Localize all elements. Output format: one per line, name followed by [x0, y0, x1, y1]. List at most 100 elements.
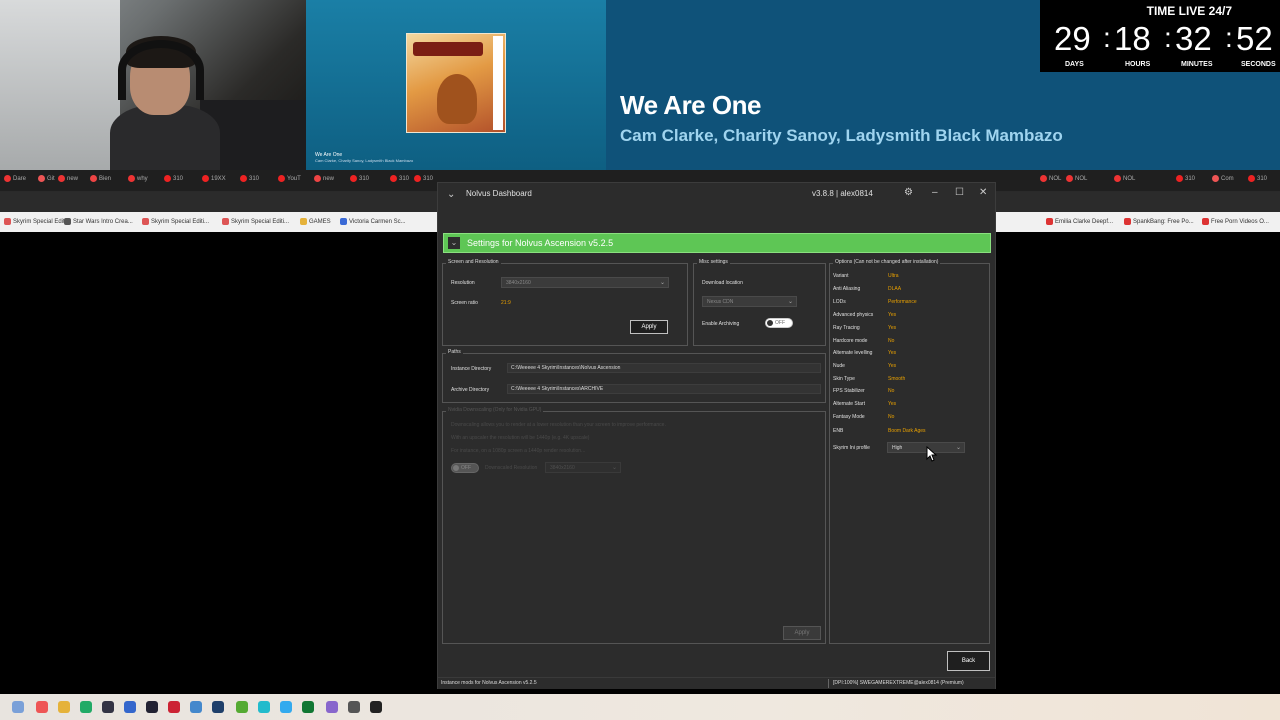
- bookmark-folder[interactable]: GAMES: [300, 218, 331, 225]
- option-label: Skin Type: [833, 376, 855, 382]
- timer-hours: 18: [1114, 20, 1151, 57]
- browser-tab[interactable]: why: [128, 175, 148, 182]
- archive-directory-label: Archive Directory: [451, 387, 490, 393]
- download-location-dropdown[interactable]: Nexus CDN ⌄: [702, 296, 797, 307]
- option-value: Smooth: [888, 376, 906, 382]
- bookmark-item[interactable]: Skyrim Special Editi...: [222, 218, 289, 225]
- maximize-button[interactable]: ☐: [955, 187, 964, 198]
- browser-tab[interactable]: NOL: [1040, 175, 1061, 182]
- browser-tab[interactable]: 19XX: [202, 175, 226, 182]
- taskbar-app-icon[interactable]: [146, 701, 158, 713]
- option-label: Nude: [833, 363, 845, 369]
- settings-header-banner: ⌄ Settings for Nolvus Ascension v5.2.5: [443, 233, 991, 253]
- option-value: No: [888, 414, 895, 420]
- downscaling-toggle[interactable]: OFF: [451, 463, 479, 473]
- taskbar-app-icon[interactable]: [258, 701, 270, 713]
- taskbar-app-icon[interactable]: [236, 701, 248, 713]
- option-value: Boom Dark Ages: [888, 428, 926, 434]
- minimize-button[interactable]: –: [932, 187, 938, 198]
- song-artists: Cam Clarke, Charity Sanoy, Ladysmith Bla…: [620, 126, 1063, 145]
- downscaling-description: With an upscaler the resolution will be …: [451, 435, 590, 441]
- browser-tab[interactable]: 310: [164, 175, 183, 182]
- chevron-down-icon: ⌄: [787, 299, 793, 305]
- bookmark-item[interactable]: Emilia Clarke Deepf...: [1046, 218, 1113, 225]
- taskbar-app-icon[interactable]: [124, 701, 136, 713]
- option-value: DLAA: [888, 286, 902, 292]
- browser-tab[interactable]: new: [58, 175, 78, 182]
- option-label: Fantasy Mode: [833, 414, 865, 420]
- taskbar-app-icon[interactable]: [190, 701, 202, 713]
- option-label: Ray Tracing: [833, 325, 860, 331]
- taskbar-app-icon[interactable]: [370, 701, 382, 713]
- timer-days: 29: [1054, 20, 1091, 57]
- chevron-down-icon: ⌄: [955, 445, 961, 451]
- taskbar-app-icon[interactable]: [212, 701, 224, 713]
- bookmark-item[interactable]: Skyrim Special Editi...: [4, 218, 71, 225]
- taskbar-app-icon[interactable]: [348, 701, 360, 713]
- screen-ratio-value: 21:9: [501, 300, 511, 306]
- browser-tab[interactable]: Git: [38, 175, 55, 182]
- group-title: Screen and Resolution: [446, 259, 501, 265]
- taskbar-app-icon[interactable]: [302, 701, 314, 713]
- settings-gear-icon[interactable]: ⚙: [904, 187, 913, 198]
- option-label: Alternate Start: [833, 401, 865, 407]
- timer-separator: :: [1164, 22, 1172, 53]
- timer-label: TIME LIVE 24/7: [1146, 4, 1232, 18]
- instance-directory-label: Instance Directory: [451, 366, 492, 372]
- browser-tab[interactable]: Com: [1212, 175, 1234, 182]
- option-value: Ultra: [888, 273, 899, 279]
- browser-tab[interactable]: Bien: [90, 175, 111, 182]
- webcam-feed: [0, 0, 306, 170]
- window-titlebar[interactable]: ⌄ Nolvus Dashboard v3.8.8 | alex0814 ⚙ –…: [438, 183, 995, 205]
- option-value: Yes: [888, 363, 897, 369]
- archiving-toggle[interactable]: OFF: [765, 318, 793, 328]
- browser-tab[interactable]: new: [314, 175, 334, 182]
- bookmark-item[interactable]: Skyrim Special Editi...: [142, 218, 209, 225]
- timer-minutes-label: MINUTES: [1181, 61, 1213, 68]
- album-art: [406, 33, 506, 133]
- bookmark-item[interactable]: Star Wars Intro Crea...: [64, 218, 133, 225]
- bookmark-item[interactable]: Free Porn Videos O...: [1202, 218, 1269, 225]
- taskbar-app-icon[interactable]: [36, 701, 48, 713]
- group-title: Nvidia Downscaling (Only for Nvidia GPU): [446, 407, 544, 413]
- nolvus-dashboard-window: ⌄ Nolvus Dashboard v3.8.8 | alex0814 ⚙ –…: [437, 182, 996, 689]
- browser-tab[interactable]: 310: [390, 175, 409, 182]
- browser-tab[interactable]: NOL: [1114, 175, 1135, 182]
- taskbar-app-icon[interactable]: [168, 701, 180, 713]
- timer-seconds-label: SECONDS: [1241, 61, 1276, 68]
- browser-tab[interactable]: NOL: [1066, 175, 1087, 182]
- enable-archiving-label: Enable Archiving: [702, 321, 740, 327]
- resolution-dropdown[interactable]: 3840x2160 ⌄: [501, 277, 669, 288]
- option-value: Yes: [888, 312, 897, 318]
- taskbar-app-icon[interactable]: [80, 701, 92, 713]
- browser-tab[interactable]: Dare: [4, 175, 26, 182]
- screen-resolution-group: Screen and Resolution Resolution 3840x21…: [442, 259, 688, 346]
- option-label: FPS Stabilizer: [833, 388, 865, 394]
- browser-tab[interactable]: 310: [240, 175, 259, 182]
- downscaled-resolution-dropdown[interactable]: 3840x2160 ⌄: [545, 462, 621, 473]
- taskbar-app-icon[interactable]: [12, 701, 24, 713]
- apply-resolution-button[interactable]: Apply: [630, 320, 668, 334]
- taskbar-app-icon[interactable]: [102, 701, 114, 713]
- instance-directory-field[interactable]: C:\Weeeee 4 Skyrim\Instances\Nolvus Asce…: [507, 363, 821, 373]
- bookmark-item[interactable]: SpankBang: Free Po...: [1124, 218, 1194, 225]
- taskbar-app-icon[interactable]: [326, 701, 338, 713]
- option-label: Variant: [833, 273, 849, 279]
- browser-tab[interactable]: 310: [350, 175, 369, 182]
- resolution-label: Resolution: [451, 280, 475, 286]
- browser-tab[interactable]: YouT: [278, 175, 301, 182]
- browser-tab[interactable]: 310: [1248, 175, 1267, 182]
- browser-tab[interactable]: 310: [414, 175, 433, 182]
- options-group: Options (Can not be changed after instal…: [829, 259, 990, 644]
- taskbar-app-icon[interactable]: [280, 701, 292, 713]
- back-button[interactable]: Back: [947, 651, 990, 671]
- timer-minutes: 32: [1175, 20, 1212, 57]
- taskbar-folder-icon[interactable]: [58, 701, 70, 713]
- bookmark-item[interactable]: Victoria Carmen Sc...: [340, 218, 406, 225]
- album-panel: We Are One Cam Clarke, Charity Sanoy, La…: [306, 0, 606, 170]
- archive-directory-field[interactable]: C:\Weeeee 4 Skyrim\Instances\ARCHIVE: [507, 384, 821, 394]
- option-label: ENB: [833, 428, 844, 434]
- apply-downscaling-button[interactable]: Apply: [783, 626, 821, 640]
- close-button[interactable]: ✕: [979, 187, 987, 198]
- browser-tab[interactable]: 310: [1176, 175, 1195, 182]
